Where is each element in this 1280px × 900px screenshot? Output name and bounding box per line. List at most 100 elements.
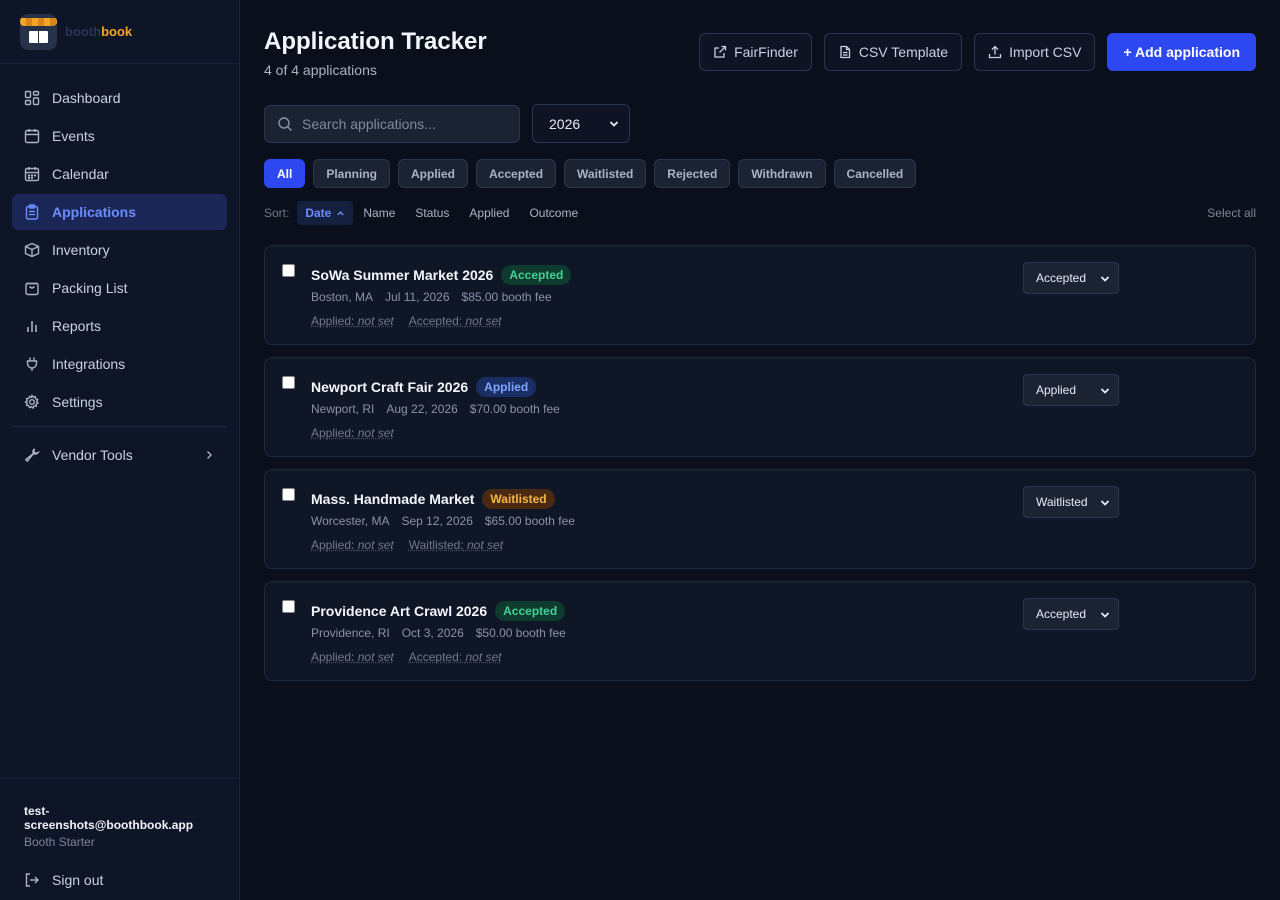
card-title-row: SoWa Summer Market 2026 Accepted xyxy=(311,265,572,285)
logo-text-part2: book xyxy=(101,24,133,39)
filter-accepted[interactable]: Accepted xyxy=(476,159,557,188)
calendar-icon xyxy=(24,129,40,144)
application-location: Providence, RI xyxy=(311,626,390,640)
status-select-value: Accepted xyxy=(1036,271,1087,285)
status-select[interactable]: Accepted xyxy=(1023,598,1119,630)
status-select-value: Waitlisted xyxy=(1036,495,1088,509)
sidebar-item-label: Inventory xyxy=(52,242,110,258)
add-application-button[interactable]: + Add application xyxy=(1107,33,1256,71)
applied-date-label: Applied: xyxy=(311,314,355,328)
search-input[interactable] xyxy=(302,116,502,132)
sidebar-item-label: Packing List xyxy=(52,280,128,296)
logout-icon xyxy=(25,873,39,887)
sidebar-item-reports[interactable]: Reports xyxy=(12,308,227,344)
application-name[interactable]: Newport Craft Fair 2026 xyxy=(311,379,468,395)
applied-date[interactable]: Applied: not set xyxy=(311,650,394,664)
application-location: Worcester, MA xyxy=(311,514,390,528)
import-csv-label: Import CSV xyxy=(1009,44,1082,60)
application-dates: Applied: not set Waitlisted: not set xyxy=(311,538,503,552)
application-meta: Boston, MA Jul 11, 2026 $85.00 booth fee xyxy=(311,290,552,304)
row-checkbox[interactable] xyxy=(282,488,295,501)
applied-date[interactable]: Applied: not set xyxy=(311,426,394,440)
filter-waitlisted[interactable]: Waitlisted xyxy=(564,159,647,188)
application-meta: Worcester, MA Sep 12, 2026 $65.00 booth … xyxy=(311,514,575,528)
status-select[interactable]: Waitlisted xyxy=(1023,486,1119,518)
select-all-button[interactable]: Select all xyxy=(1207,206,1256,220)
sidebar-item-settings[interactable]: Settings xyxy=(12,384,227,420)
status-select-value: Accepted xyxy=(1036,607,1087,621)
page-title: Application Tracker xyxy=(264,28,487,55)
signout-label: Sign out xyxy=(52,872,104,888)
applied-date[interactable]: Applied: not set xyxy=(311,538,394,552)
gear-icon xyxy=(24,394,40,410)
filter-planning[interactable]: Planning xyxy=(313,159,391,188)
plug-icon xyxy=(26,357,38,371)
logo-text-part1: booth xyxy=(65,24,102,39)
sidebar-item-applications[interactable]: Applications xyxy=(12,194,227,230)
application-fee: $70.00 booth fee xyxy=(469,402,560,416)
user-panel: test-screenshots@boothbook.app Booth Sta… xyxy=(0,778,240,900)
application-name[interactable]: Mass. Handmade Market xyxy=(311,491,474,507)
year-select[interactable]: 2026 xyxy=(532,104,630,143)
application-dates: Applied: not set Accepted: not set xyxy=(311,650,502,664)
status-badge: Accepted xyxy=(501,265,572,285)
sort-outcome[interactable]: Outcome xyxy=(519,201,588,225)
upload-icon xyxy=(988,45,1002,59)
outcome-date-value: not set xyxy=(465,314,502,328)
application-meta: Newport, RI Aug 22, 2026 $70.00 booth fe… xyxy=(311,402,560,416)
row-checkbox[interactable] xyxy=(282,264,295,277)
row-checkbox[interactable] xyxy=(282,600,295,613)
filter-applied[interactable]: Applied xyxy=(398,159,469,188)
application-dates: Applied: not set Accepted: not set xyxy=(311,314,502,328)
sidebar-item-label: Integrations xyxy=(52,356,126,372)
outcome-date[interactable]: Accepted: not set xyxy=(409,650,502,664)
sidebar-item-packing-list[interactable]: Packing List xyxy=(12,270,227,306)
sidebar-item-events[interactable]: Events xyxy=(12,118,227,154)
applied-date-label: Applied: xyxy=(311,538,355,552)
sidebar-item-vendor-tools[interactable]: Vendor Tools xyxy=(12,433,227,477)
application-card: Mass. Handmade Market Waitlisted Worcest… xyxy=(264,469,1256,569)
filter-all[interactable]: All xyxy=(264,159,306,188)
applied-date[interactable]: Applied: not set xyxy=(311,314,394,328)
logo-row[interactable]: boothbook xyxy=(0,0,239,64)
csv-template-button[interactable]: CSV Template xyxy=(823,33,963,71)
card-title-row: Mass. Handmade Market Waitlisted xyxy=(311,489,555,509)
application-name[interactable]: SoWa Summer Market 2026 xyxy=(311,267,493,283)
status-badge: Accepted xyxy=(495,601,566,621)
application-dates: Applied: not set xyxy=(311,426,394,440)
sidebar-item-calendar[interactable]: Calendar xyxy=(12,156,227,192)
outcome-date[interactable]: Accepted: not set xyxy=(409,314,502,328)
application-list: SoWa Summer Market 2026 Accepted Boston,… xyxy=(264,245,1256,693)
application-name[interactable]: Providence Art Crawl 2026 xyxy=(311,603,487,619)
row-checkbox[interactable] xyxy=(282,376,295,389)
outcome-date-label: Waitlisted: xyxy=(408,538,464,552)
search-icon xyxy=(278,117,292,131)
outcome-date[interactable]: Waitlisted: not set xyxy=(409,538,503,552)
filter-cancelled[interactable]: Cancelled xyxy=(833,159,917,188)
sidebar-item-dashboard[interactable]: Dashboard xyxy=(12,80,227,116)
filter-withdrawn[interactable]: Withdrawn xyxy=(738,159,826,188)
application-card: SoWa Summer Market 2026 Accepted Boston,… xyxy=(264,245,1256,345)
sidebar-item-label: Dashboard xyxy=(52,90,121,106)
applied-date-value: not set xyxy=(357,538,394,552)
search-box[interactable] xyxy=(264,105,520,143)
logo-icon xyxy=(20,13,57,50)
sort-name[interactable]: Name xyxy=(353,201,405,225)
fairfinder-button[interactable]: FairFinder xyxy=(699,33,812,71)
file-icon xyxy=(840,45,851,59)
clipboard-icon xyxy=(25,204,39,220)
sort-date[interactable]: Date xyxy=(297,201,354,225)
csv-template-label: CSV Template xyxy=(858,44,949,60)
import-csv-button[interactable]: Import CSV xyxy=(974,33,1096,71)
sort-status[interactable]: Status xyxy=(405,201,459,225)
fairfinder-label: FairFinder xyxy=(734,44,798,60)
application-location: Boston, MA xyxy=(311,290,374,304)
status-select[interactable]: Accepted xyxy=(1023,262,1119,294)
sidebar-item-inventory[interactable]: Inventory xyxy=(12,232,227,268)
signout-button[interactable]: Sign out xyxy=(24,872,216,888)
status-select[interactable]: Applied xyxy=(1023,374,1119,406)
filter-rejected[interactable]: Rejected xyxy=(654,159,731,188)
sort-applied[interactable]: Applied xyxy=(459,201,519,225)
sort-label: Sort: xyxy=(264,206,290,220)
sidebar-item-integrations[interactable]: Integrations xyxy=(12,346,227,382)
